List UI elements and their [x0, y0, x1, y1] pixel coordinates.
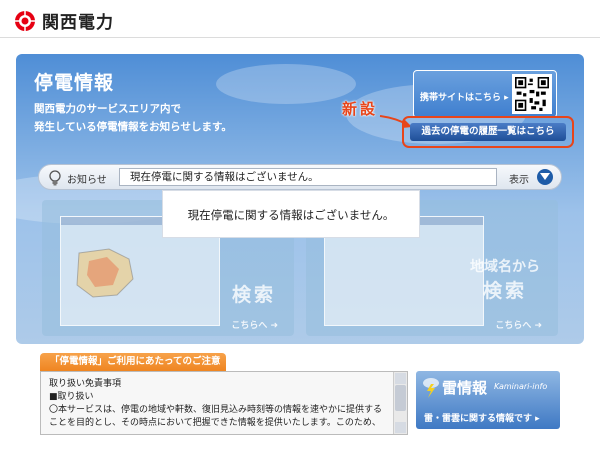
brand-logo[interactable]: 関西電力 [14, 8, 114, 33]
kepco-logo-icon [15, 10, 35, 31]
terms-subheading: ■取り扱い [49, 392, 94, 402]
scroll-thumb[interactable] [395, 385, 406, 411]
outage-history-button[interactable]: 過去の停電の履歴一覧はこちら [410, 123, 566, 141]
scroll-down-icon[interactable] [395, 422, 406, 433]
terms-body: 〇本サービスは、停電の地域や軒数、復旧見込み時刻等の情報を速やかに提供することを… [49, 405, 383, 428]
map-search-title: 検索 [232, 280, 276, 307]
description-line: 関西電力のサービスエリア内で [34, 103, 181, 115]
lightning-info-subtitle: Kaminari-info [494, 382, 548, 391]
map-icon [76, 248, 134, 298]
notice-bar: お知らせ 現在停電に関する情報はございません。 表示 [38, 164, 562, 190]
terms-heading: 取り扱い免責事項 [49, 379, 122, 389]
notice-message-field: 現在停電に関する情報はございません。 [119, 168, 497, 186]
area-search-go-link[interactable]: こちらへ ➜ [495, 318, 542, 331]
map-search-go-link[interactable]: こちらへ ➜ [231, 318, 278, 331]
show-toggle-button[interactable] [537, 169, 553, 185]
lightbulb-icon [49, 170, 61, 186]
page-description: 関西電力のサービスエリア内で 発生している停電情報をお知らせします。 [34, 100, 314, 136]
cloud-decoration [216, 64, 356, 104]
mobile-site-label: 携帯サイトはこちら ▸ [420, 93, 509, 103]
card-title-line: 地域名から [470, 259, 540, 275]
scroll-up-icon[interactable] [395, 373, 406, 384]
new-badge: 新設 [342, 100, 379, 118]
description-line: 発生している停電情報をお知らせします。 [34, 121, 232, 133]
card-title-line: 検索 [482, 280, 527, 302]
page-title: 停電情報 [34, 72, 115, 94]
lightning-info-title: 雷情報 [442, 379, 488, 397]
show-label: 表示 [509, 175, 529, 186]
notice-label: お知らせ [67, 175, 107, 186]
area-search-title: 地域名から 検索 [470, 256, 540, 303]
history-highlight-frame: 過去の停電の履歴一覧はこちら [402, 116, 574, 148]
brand-name: 関西電力 [42, 13, 114, 33]
terms-text: 取り扱い免責事項 ■取り扱い 〇本サービスは、停電の地域や軒数、復旧見込み時刻等… [49, 378, 389, 430]
terms-scrollbar[interactable] [393, 372, 407, 434]
lightning-icon [423, 378, 439, 398]
no-outage-message: 現在停電に関する情報はございません。 [162, 190, 420, 238]
usage-notice-tab: 「停電情報」ご利用にあたってのご注意 [40, 353, 226, 371]
lightning-info-description: 雷・雷雲に関する情報です ▸ [424, 414, 540, 424]
lightning-info-banner[interactable]: 雷情報 Kaminari-info 雷・雷雲に関する情報です ▸ [416, 371, 560, 429]
qr-code-icon [512, 74, 552, 114]
chevron-down-icon [540, 173, 550, 180]
site-header: 関西電力 [0, 0, 600, 38]
card-title-line: 検索 [231, 284, 276, 306]
mobile-site-link[interactable]: 携帯サイトはこちら ▸ [413, 70, 557, 118]
terms-box: 取り扱い免責事項 ■取り扱い 〇本サービスは、停電の地域や軒数、復旧見込み時刻等… [40, 371, 408, 435]
